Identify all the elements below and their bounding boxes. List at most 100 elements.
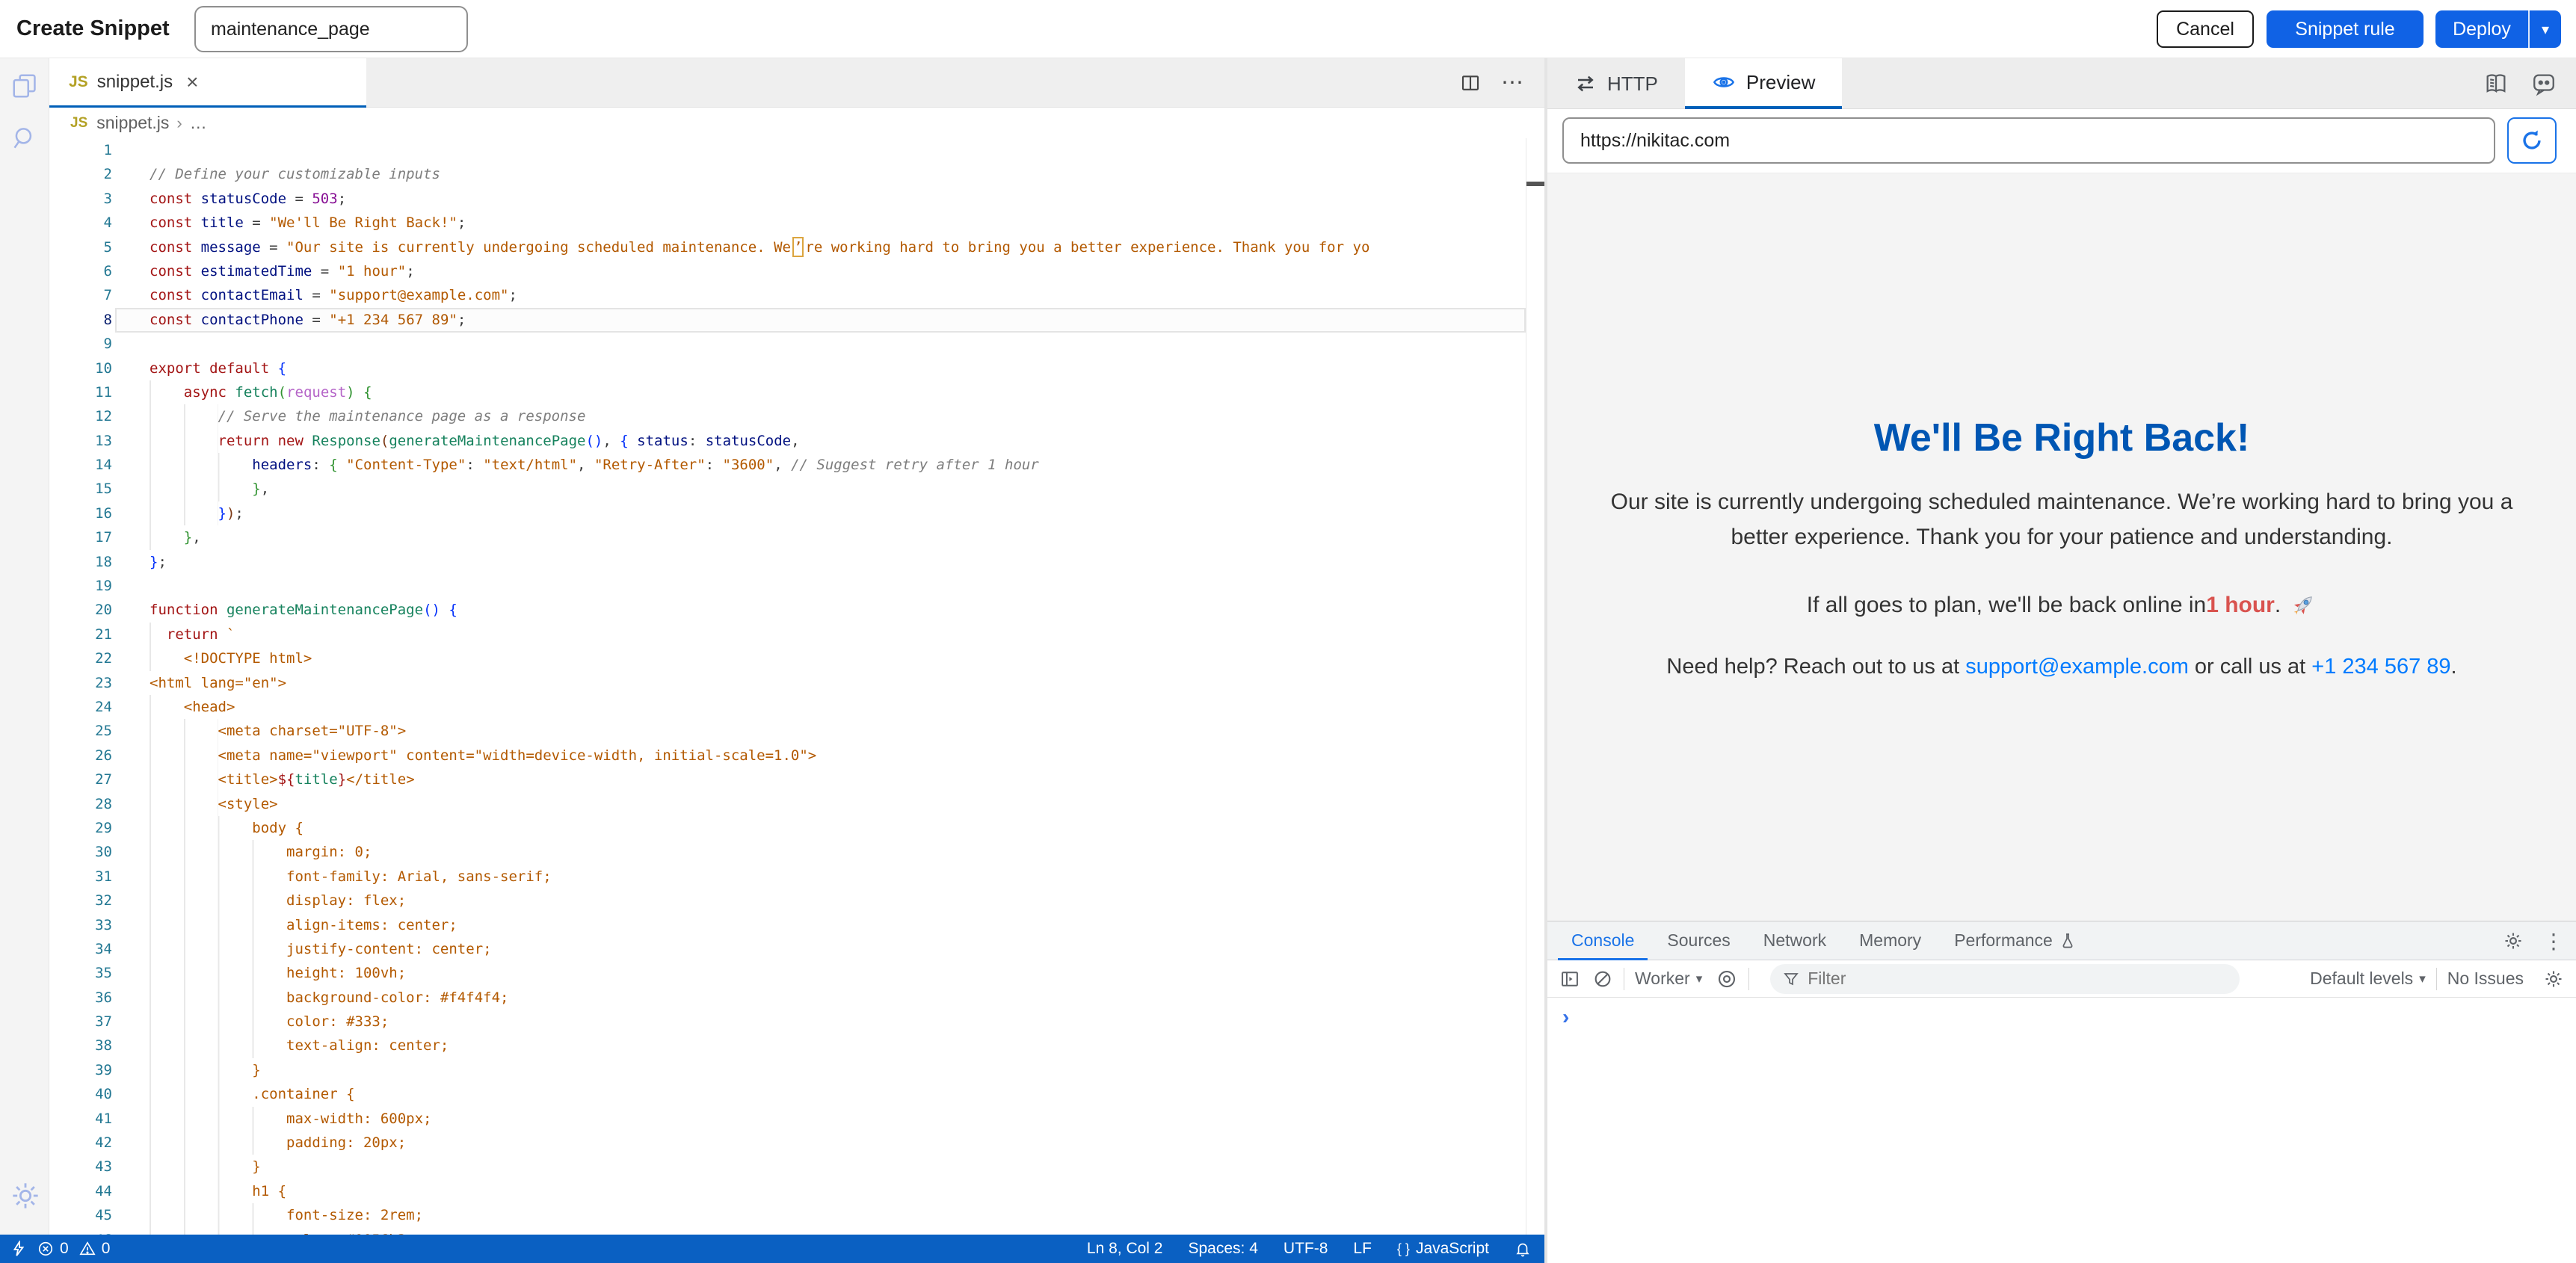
tab-snippet-js[interactable]: JS snippet.js × (49, 58, 366, 108)
tab-preview[interactable]: Preview (1685, 58, 1842, 109)
line-number[interactable]: 36 (49, 986, 150, 1010)
code-line[interactable]: 2// Define your customizable inputs (49, 162, 1526, 186)
notifications-bell-icon[interactable] (1515, 1241, 1531, 1257)
code-line[interactable]: 45 font-size: 2rem; (49, 1203, 1526, 1227)
line-number[interactable]: 44 (49, 1179, 150, 1203)
support-email-link[interactable]: support@example.com (1965, 655, 2189, 679)
code-line[interactable]: 31 font-family: Arial, sans-serif; (49, 865, 1526, 889)
files-icon[interactable] (10, 72, 39, 100)
line-number[interactable]: 42 (49, 1131, 150, 1155)
line-number[interactable]: 26 (49, 744, 150, 768)
code-line[interactable]: 15 }, (49, 477, 1526, 501)
eol-sequence[interactable]: LF (1353, 1240, 1372, 1258)
code-line[interactable]: 5const message = "Our site is currently … (49, 235, 1526, 259)
snippet-name-input[interactable] (194, 6, 468, 52)
code-line[interactable]: 20function generateMaintenancePage() { (49, 598, 1526, 622)
code-line[interactable]: 43 } (49, 1155, 1526, 1179)
code-line[interactable]: 35 height: 100vh; (49, 961, 1526, 985)
log-levels-dropdown[interactable]: Default levels ▾ (2310, 969, 2426, 989)
line-number[interactable]: 12 (49, 404, 150, 428)
line-number[interactable]: 24 (49, 695, 150, 719)
code-line[interactable]: 16 }); (49, 501, 1526, 525)
code-line[interactable]: 21 return ` (49, 623, 1526, 646)
code-line[interactable]: 4const title = "We'll Be Right Back!"; (49, 211, 1526, 235)
code-line[interactable]: 17 }, (49, 525, 1526, 549)
code-line[interactable]: 46 color: #0056b3; (49, 1228, 1526, 1235)
line-number[interactable]: 35 (49, 961, 150, 985)
line-number[interactable]: 29 (49, 816, 150, 840)
more-actions-icon[interactable]: ⋯ (1501, 75, 1523, 90)
line-number[interactable]: 19 (49, 574, 150, 598)
line-number[interactable]: 22 (49, 646, 150, 670)
line-number[interactable]: 33 (49, 913, 150, 937)
code-line[interactable]: 33 align-items: center; (49, 913, 1526, 937)
tab-sources[interactable]: Sources (1654, 921, 1743, 960)
code-line[interactable]: 26 <meta name="viewport" content="width=… (49, 744, 1526, 768)
discord-chat-icon[interactable] (2531, 71, 2557, 96)
code-editor[interactable]: 12// Define your customizable inputs3con… (49, 138, 1526, 1235)
line-number[interactable]: 18 (49, 550, 150, 574)
console-filter[interactable] (1770, 964, 2240, 994)
phone-link[interactable]: +1 234 567 89 (2311, 655, 2450, 679)
code-line[interactable]: 22 <!DOCTYPE html> (49, 646, 1526, 670)
line-number[interactable]: 41 (49, 1107, 150, 1131)
code-line[interactable]: 3const statusCode = 503; (49, 187, 1526, 211)
line-number[interactable]: 43 (49, 1155, 150, 1179)
line-number[interactable]: 20 (49, 598, 150, 622)
clear-console-icon[interactable] (1592, 969, 1613, 989)
code-line[interactable]: 19 (49, 574, 1526, 598)
code-line[interactable]: 9 (49, 332, 1526, 356)
line-number[interactable]: 28 (49, 792, 150, 816)
code-line[interactable]: 24 <head> (49, 695, 1526, 719)
line-number[interactable]: 4 (49, 211, 150, 235)
indentation[interactable]: Spaces: 4 (1189, 1240, 1258, 1258)
breadcrumb-file[interactable]: snippet.js (96, 113, 169, 133)
line-number[interactable]: 21 (49, 623, 150, 646)
language-mode[interactable]: { } JavaScript (1397, 1240, 1489, 1258)
line-number[interactable]: 46 (49, 1228, 150, 1235)
line-number[interactable]: 1 (49, 138, 150, 162)
code-line[interactable]: 7const contactEmail = "support@example.c… (49, 283, 1526, 307)
console-settings-gear-icon[interactable] (2543, 969, 2564, 989)
code-line[interactable]: 39 } (49, 1058, 1526, 1082)
code-line[interactable]: 10export default { (49, 356, 1526, 380)
code-line[interactable]: 27 <title>${title}</title> (49, 768, 1526, 791)
line-number[interactable]: 27 (49, 768, 150, 791)
issues-counter[interactable]: No Issues (2447, 969, 2524, 989)
code-line[interactable]: 41 max-width: 600px; (49, 1107, 1526, 1131)
line-number[interactable]: 2 (49, 162, 150, 186)
split-editor-icon[interactable] (1459, 72, 1482, 94)
code-line[interactable]: 25 <meta charset="UTF-8"> (49, 719, 1526, 743)
code-line[interactable]: 1 (49, 138, 1526, 162)
tab-memory[interactable]: Memory (1846, 921, 1935, 960)
line-number[interactable]: 11 (49, 380, 150, 404)
url-input[interactable] (1562, 117, 2495, 164)
line-number[interactable]: 37 (49, 1010, 150, 1034)
breadcrumb[interactable]: JS snippet.js › … (49, 108, 1526, 138)
line-number[interactable]: 3 (49, 187, 150, 211)
code-line[interactable]: 37 color: #333; (49, 1010, 1526, 1034)
close-tab-icon[interactable]: × (186, 73, 198, 91)
line-number[interactable]: 7 (49, 283, 150, 307)
code-line[interactable]: 42 padding: 20px; (49, 1131, 1526, 1155)
line-number[interactable]: 15 (49, 477, 150, 501)
context-selector[interactable]: Worker ▾ (1635, 969, 1702, 989)
line-number[interactable]: 14 (49, 453, 150, 477)
search-icon[interactable] (10, 124, 39, 152)
kebab-menu-icon[interactable]: ⋮ (2543, 929, 2564, 954)
code-line[interactable]: 38 text-align: center; (49, 1034, 1526, 1057)
devtools-settings-gear-icon[interactable] (2503, 930, 2524, 951)
tab-performance[interactable]: Performance (1941, 921, 2090, 960)
breadcrumb-symbol[interactable]: … (190, 113, 207, 133)
code-line[interactable]: 14 headers: { "Content-Type": "text/html… (49, 453, 1526, 477)
line-number[interactable]: 38 (49, 1034, 150, 1057)
editor-scrollbar[interactable] (1526, 138, 1544, 1235)
line-number[interactable]: 32 (49, 889, 150, 912)
line-number[interactable]: 45 (49, 1203, 150, 1227)
remote-indicator-icon[interactable] (10, 1241, 27, 1257)
line-number[interactable]: 9 (49, 332, 150, 356)
line-number[interactable]: 40 (49, 1082, 150, 1106)
errors-indicator[interactable]: 0 (37, 1240, 69, 1258)
code-line[interactable]: 18}; (49, 550, 1526, 574)
code-line[interactable]: 12 // Serve the maintenance page as a re… (49, 404, 1526, 428)
